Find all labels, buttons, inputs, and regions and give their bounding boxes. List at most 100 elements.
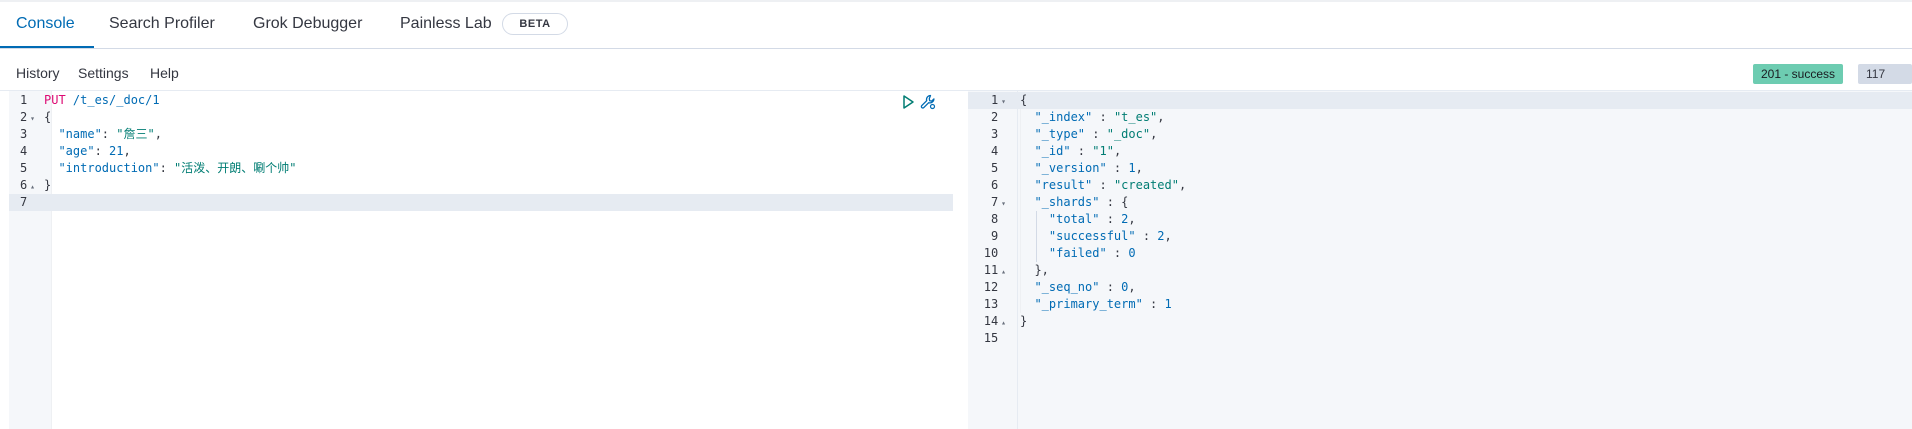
- code-token: "successful": [1020, 229, 1136, 243]
- code-token: "name": [44, 127, 102, 141]
- status-badge: 201 - success: [1753, 64, 1844, 84]
- fold-down-icon[interactable]: ▾: [1001, 199, 1006, 208]
- code-line: {: [44, 109, 51, 126]
- help-menu-item[interactable]: Help: [150, 65, 179, 81]
- code-line: "introduction": "活泼、开朗、唰个帅": [44, 160, 297, 177]
- line-number: 4: [9, 143, 35, 161]
- code-token: "created": [1113, 178, 1179, 192]
- code-token: :: [94, 144, 110, 158]
- code-line: }: [1020, 313, 1027, 330]
- line-number: 12: [968, 279, 1006, 297]
- response-editor[interactable]: 1 ▾{2 "_index" : "t_es", 3 "_type" : "_doc…: [968, 91, 1912, 429]
- fold-down-icon[interactable]: ▾: [1001, 97, 1006, 106]
- request-time-badge: 117 ms: [1858, 64, 1912, 101]
- code-token: ,: [1128, 212, 1136, 226]
- editor-resizer[interactable]: [955, 91, 967, 429]
- code-token: ,: [1135, 161, 1143, 175]
- fold-down-icon[interactable]: ▾: [30, 114, 35, 123]
- tab-search-profiler[interactable]: Search Profiler: [109, 2, 215, 48]
- code-token: :: [1106, 161, 1129, 175]
- code-line: "_seq_no" : 0,: [1020, 279, 1136, 296]
- play-icon[interactable]: [900, 94, 916, 110]
- code-token: :: [1106, 246, 1129, 260]
- line-number: 7 ▾: [968, 194, 1006, 212]
- line-number-text: 11: [983, 263, 999, 277]
- code-line: "_shards" : {: [1020, 194, 1128, 211]
- line-number: 1: [9, 92, 35, 110]
- code-token: :: [159, 161, 175, 175]
- line-number: 5: [9, 160, 35, 178]
- code-token: :: [1085, 127, 1107, 141]
- line-number-text: 6: [19, 178, 28, 192]
- fold-up-icon[interactable]: ▴: [1001, 267, 1006, 276]
- active-line-highlight: [968, 92, 1912, 109]
- indent-guide: [1036, 211, 1037, 262]
- code-token: ,: [1150, 127, 1158, 141]
- line-number-text: 5: [19, 161, 28, 175]
- line-number: 1 ▾: [968, 92, 1006, 110]
- line-number: 4: [968, 143, 1006, 161]
- code-line: "name": "詹三",: [44, 126, 162, 143]
- line-number-text: 1: [990, 93, 999, 107]
- code-token: :: [1092, 110, 1114, 124]
- code-token: {: [44, 110, 52, 124]
- settings-menu-item[interactable]: Settings: [78, 65, 129, 81]
- code-line: "failed" : 0: [1020, 245, 1136, 262]
- line-number: 2 ▾: [9, 109, 35, 127]
- code-token: }: [1020, 314, 1028, 328]
- code-token: "_version": [1020, 161, 1107, 175]
- code-token: :: [1099, 212, 1122, 226]
- fold-up-icon[interactable]: ▴: [1001, 318, 1006, 327]
- line-number: 11 ▴: [968, 262, 1006, 280]
- line-number: 6 ▴: [9, 177, 35, 195]
- line-number-text: 13: [983, 297, 999, 311]
- line-number: 15: [968, 330, 1006, 348]
- code-token: "_id": [1020, 144, 1071, 158]
- line-number-text: 14: [983, 314, 999, 328]
- code-token: "活泼、开朗、唰个帅": [174, 161, 297, 175]
- code-line: "_index" : "t_es",: [1020, 109, 1164, 126]
- tab-painless-lab[interactable]: Painless Lab: [400, 2, 492, 48]
- line-number-text: 3: [990, 127, 999, 141]
- code-token: "_doc": [1106, 127, 1151, 141]
- indent-guide: [1020, 109, 1021, 313]
- history-menu-item[interactable]: History: [16, 65, 60, 81]
- line-number: 8: [968, 211, 1006, 229]
- code-line: PUT /t_es/_doc/1: [44, 92, 160, 109]
- code-line: "age": 21,: [44, 143, 131, 160]
- code-line: "total" : 2,: [1020, 211, 1136, 228]
- line-number-text: 12: [983, 280, 999, 294]
- code-token: :: [1135, 229, 1158, 243]
- request-editor[interactable]: 1 PUT /t_es/_doc/1 2 ▾ {3 "name": "詹三", 4 "a…: [9, 91, 953, 429]
- wrench-icon[interactable]: [920, 94, 936, 110]
- tab-console[interactable]: Console: [0, 2, 94, 48]
- line-number-text: 2: [990, 110, 999, 124]
- line-number-text: 7: [990, 195, 999, 209]
- line-number: 13: [968, 296, 1006, 314]
- code-token: ,: [123, 144, 131, 158]
- tab-grok-debugger[interactable]: Grok Debugger: [253, 2, 362, 48]
- code-token: "_seq_no": [1020, 280, 1100, 294]
- code-token: "詹三": [116, 127, 155, 141]
- code-token: ,: [1164, 229, 1172, 243]
- code-line: "successful" : 2,: [1020, 228, 1172, 245]
- fold-up-icon[interactable]: ▴: [30, 182, 35, 191]
- code-token: 21: [109, 144, 124, 158]
- line-number-text: 8: [990, 212, 999, 226]
- code-line: {: [1020, 92, 1027, 109]
- code-token: {: [1020, 93, 1028, 107]
- code-token: ,: [1128, 280, 1136, 294]
- line-number: 6: [968, 177, 1006, 195]
- line-number: 7: [9, 194, 35, 212]
- line-number: 3: [9, 126, 35, 144]
- code-token: 0: [1128, 246, 1136, 260]
- line-number-text: 1: [19, 93, 28, 107]
